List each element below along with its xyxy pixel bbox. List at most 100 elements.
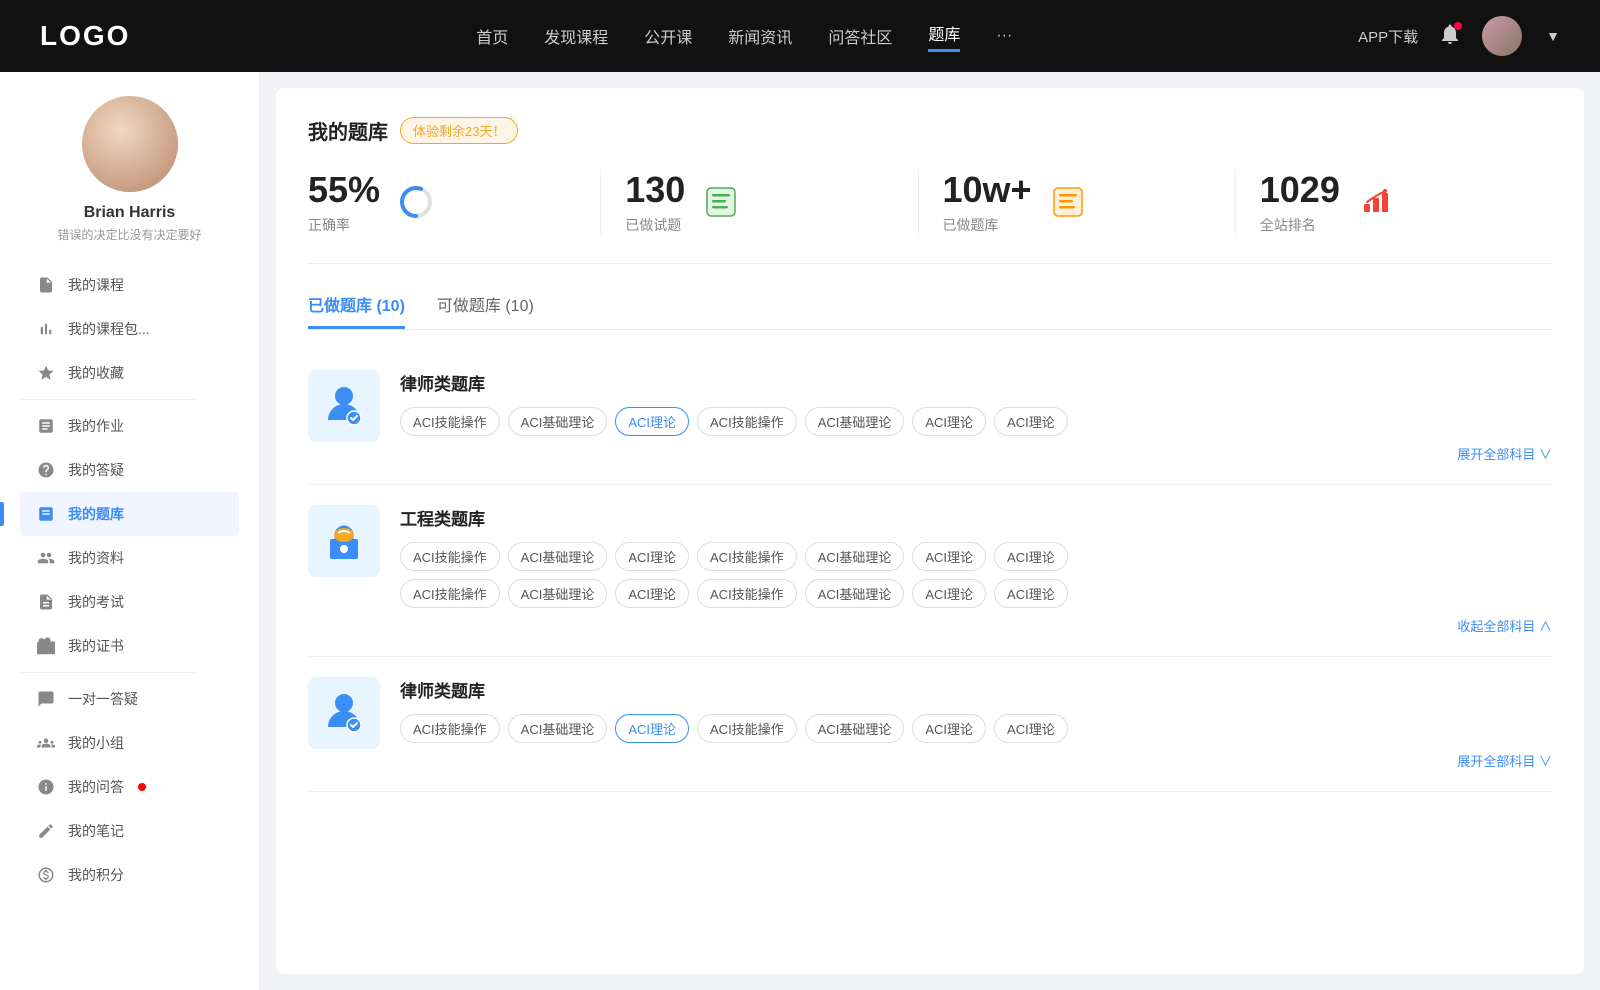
sidebar-item-tutoring[interactable]: 一对一答疑	[20, 677, 239, 721]
sidebar-item-profile[interactable]: 我的资料	[20, 536, 239, 580]
sidebar-divider	[20, 672, 195, 673]
tab-done-banks[interactable]: 已做题库 (10)	[308, 292, 405, 329]
tag-item[interactable]: ACI基础理论	[508, 407, 608, 436]
tag-item[interactable]: ACI理论	[912, 407, 986, 436]
sidebar-item-qa-mine[interactable]: 我的答疑	[20, 448, 239, 492]
tag-item[interactable]: ACI理论	[615, 542, 689, 571]
sidebar-divider	[20, 399, 195, 400]
tag-item[interactable]: ACI理论	[615, 579, 689, 608]
list-yellow-icon	[1048, 182, 1088, 222]
nav-link-open-course[interactable]: 公开课	[644, 24, 692, 48]
tag-item[interactable]: ACI技能操作	[400, 579, 500, 608]
user-dropdown-arrow[interactable]: ▼	[1546, 28, 1560, 44]
tag-item[interactable]: ACI基础理论	[508, 542, 608, 571]
tag-item[interactable]: ACI基础理论	[508, 579, 608, 608]
star-icon	[36, 363, 56, 383]
tag-item[interactable]: ACI理论	[912, 542, 986, 571]
sidebar-item-my-qa[interactable]: 我的问答	[20, 765, 239, 809]
stat-done-banks: 10w+ 已做题库	[919, 169, 1236, 235]
nav-link-bank[interactable]: 题库	[928, 21, 960, 52]
tag-item[interactable]: ACI理论	[994, 407, 1068, 436]
tag-item[interactable]: ACI技能操作	[697, 407, 797, 436]
rank-label: 全站排名	[1260, 215, 1340, 235]
avatar-image	[1482, 16, 1522, 56]
chat-icon	[36, 689, 56, 709]
nav-link-home[interactable]: 首页	[476, 24, 508, 48]
sidebar-label: 我的考试	[68, 592, 124, 612]
profile-motto: 错误的决定比没有决定要好	[57, 226, 201, 243]
sidebar-menu: 我的课程 我的课程包... 我的收藏 我的作业	[0, 263, 259, 897]
bank-icon	[36, 504, 56, 524]
tag-item[interactable]: ACI技能操作	[697, 714, 797, 743]
sidebar-item-course-package[interactable]: 我的课程包...	[20, 307, 239, 351]
sidebar-label: 我的课程	[68, 275, 124, 295]
tag-item-selected[interactable]: ACI理论	[615, 714, 689, 743]
nav-right: APP下载 ▼	[1358, 16, 1560, 56]
tag-item[interactable]: ACI理论	[912, 714, 986, 743]
tag-item[interactable]: ACI理论	[994, 579, 1068, 608]
tag-item[interactable]: ACI基础理论	[508, 714, 608, 743]
tag-item[interactable]: ACI技能操作	[400, 407, 500, 436]
sidebar-item-question-bank[interactable]: 我的题库	[20, 492, 239, 536]
qbank-item: 律师类题库 ACI技能操作 ACI基础理论 ACI理论 ACI技能操作 ACI基…	[308, 350, 1552, 485]
tag-item[interactable]: ACI技能操作	[400, 714, 500, 743]
tag-item[interactable]: ACI技能操作	[697, 542, 797, 571]
qbank-item: 工程类题库 ACI技能操作 ACI基础理论 ACI理论 ACI技能操作 ACI基…	[308, 485, 1552, 657]
rank-value: 1029	[1260, 169, 1340, 211]
qbank-content: 律师类题库 ACI技能操作 ACI基础理论 ACI理论 ACI技能操作 ACI基…	[400, 370, 1552, 464]
lawyer-icon-2	[308, 677, 380, 749]
bar-icon	[36, 319, 56, 339]
notification-bell[interactable]	[1438, 22, 1462, 51]
qbank-list: 律师类题库 ACI技能操作 ACI基础理论 ACI理论 ACI技能操作 ACI基…	[308, 350, 1552, 792]
qbank-content: 律师类题库 ACI技能操作 ACI基础理论 ACI理论 ACI技能操作 ACI基…	[400, 677, 1552, 771]
profile-avatar	[82, 96, 178, 192]
sidebar-item-group[interactable]: 我的小组	[20, 721, 239, 765]
avatar-image	[82, 96, 178, 192]
sidebar-label: 一对一答疑	[68, 689, 138, 709]
question-bank-tabs: 已做题库 (10) 可做题库 (10)	[308, 292, 1552, 330]
tag-item[interactable]: ACI技能操作	[697, 579, 797, 608]
sidebar-item-notes[interactable]: 我的笔记	[20, 809, 239, 853]
tag-item[interactable]: ACI理论	[994, 714, 1068, 743]
tag-item[interactable]: ACI理论	[912, 579, 986, 608]
qbank-tags: ACI技能操作 ACI基础理论 ACI理论 ACI技能操作 ACI基础理论 AC…	[400, 407, 1552, 436]
qbank-tags-row2: ACI技能操作 ACI基础理论 ACI理论 ACI技能操作 ACI基础理论 AC…	[400, 579, 1552, 608]
qbank-item: 律师类题库 ACI技能操作 ACI基础理论 ACI理论 ACI技能操作 ACI基…	[308, 657, 1552, 792]
accuracy-value: 55%	[308, 169, 380, 211]
sidebar-item-exam[interactable]: 我的考试	[20, 580, 239, 624]
sidebar-label: 我的题库	[68, 504, 124, 524]
trial-badge: 体验剩余23天！	[400, 117, 518, 144]
qa-badge-dot	[138, 783, 146, 791]
sidebar-item-points[interactable]: 我的积分	[20, 853, 239, 897]
sidebar-item-courses[interactable]: 我的课程	[20, 263, 239, 307]
qbank-content: 工程类题库 ACI技能操作 ACI基础理论 ACI理论 ACI技能操作 ACI基…	[400, 505, 1552, 636]
score-icon	[36, 865, 56, 885]
tag-item[interactable]: ACI基础理论	[805, 714, 905, 743]
nav-link-courses[interactable]: 发现课程	[544, 24, 608, 48]
nav-link-qa[interactable]: 问答社区	[828, 24, 892, 48]
sidebar-label: 我的小组	[68, 733, 124, 753]
sidebar-item-homework[interactable]: 我的作业	[20, 404, 239, 448]
sidebar-item-certificate[interactable]: 我的证书	[20, 624, 239, 668]
tag-item[interactable]: ACI基础理论	[805, 407, 905, 436]
tag-item-selected[interactable]: ACI理论	[615, 407, 689, 436]
sidebar: Brian Harris 错误的决定比没有决定要好 我的课程 我的课程包... …	[0, 72, 260, 990]
app-download-button[interactable]: APP下载	[1358, 26, 1418, 47]
user-avatar[interactable]	[1482, 16, 1522, 56]
expand-button[interactable]: 展开全部科目 ∨	[1457, 447, 1552, 462]
people-icon	[36, 548, 56, 568]
tab-available-banks[interactable]: 可做题库 (10)	[437, 292, 534, 329]
nav-link-more[interactable]: ···	[996, 27, 1012, 45]
main-layout: Brian Harris 错误的决定比没有决定要好 我的课程 我的课程包... …	[0, 72, 1600, 990]
tag-item[interactable]: ACI理论	[994, 542, 1068, 571]
tag-item[interactable]: ACI技能操作	[400, 542, 500, 571]
expand-button[interactable]: 展开全部科目 ∨	[1457, 754, 1552, 769]
tag-item[interactable]: ACI基础理论	[805, 542, 905, 571]
done-banks-label: 已做题库	[943, 215, 1032, 235]
sidebar-item-favorites[interactable]: 我的收藏	[20, 351, 239, 395]
tag-item[interactable]: ACI基础理论	[805, 579, 905, 608]
sidebar-label: 我的积分	[68, 865, 124, 885]
collapse-button[interactable]: 收起全部科目 ∧	[1457, 619, 1552, 634]
nav-link-news[interactable]: 新闻资讯	[728, 24, 792, 48]
homework-icon	[36, 416, 56, 436]
